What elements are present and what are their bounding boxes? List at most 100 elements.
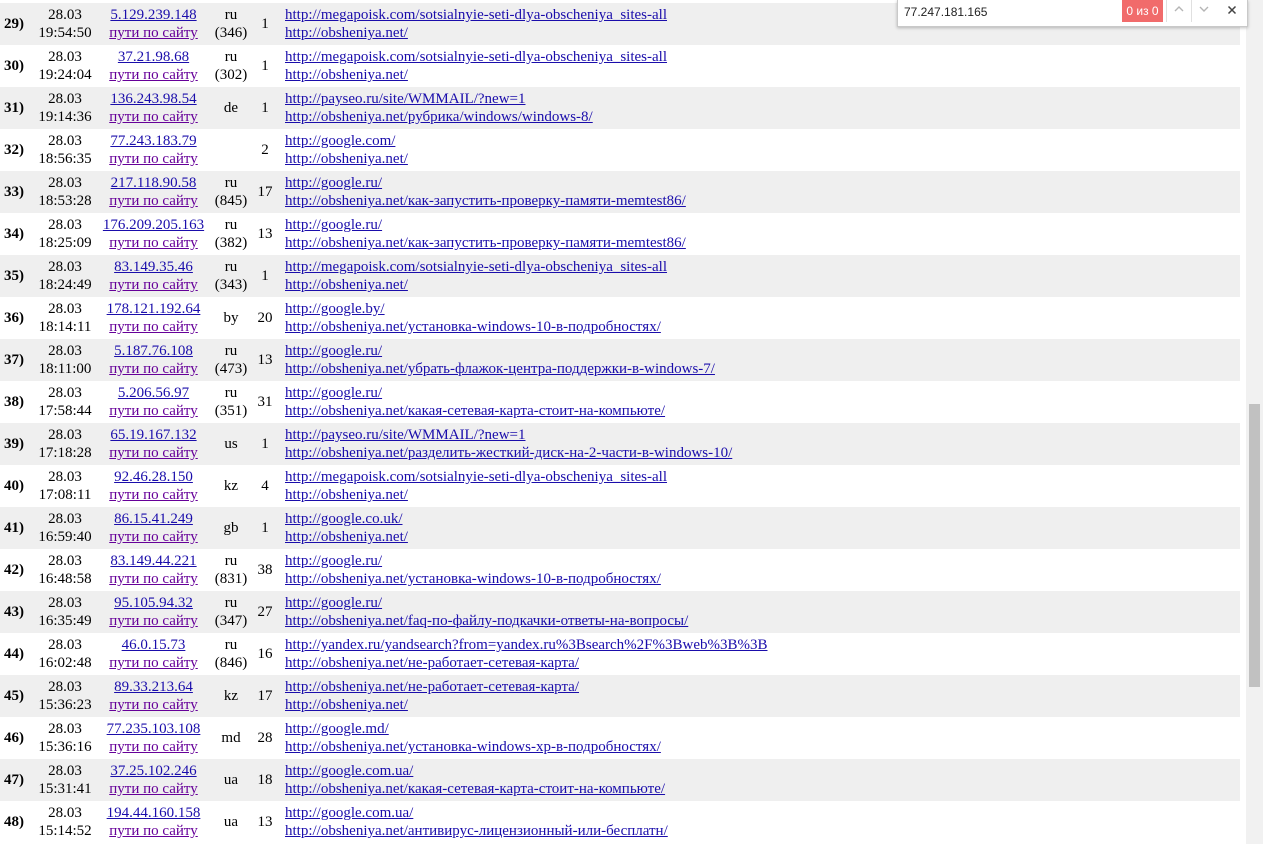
referrer-link[interactable]: http://google.ru/ [285, 342, 1240, 360]
ip-link[interactable]: 95.105.94.32 [96, 594, 211, 612]
vertical-scrollbar[interactable] [1246, 0, 1263, 844]
scrollbar-thumb[interactable] [1249, 404, 1260, 687]
referrer-link[interactable]: http://google.com.ua/ [285, 804, 1240, 822]
ip-link[interactable]: 46.0.15.73 [96, 636, 211, 654]
find-input[interactable] [904, 3, 1114, 21]
ip-link[interactable]: 92.46.28.150 [96, 468, 211, 486]
referrer-link[interactable]: http://google.by/ [285, 300, 1240, 318]
landing-page-link[interactable]: http://obsheniya.net/faq-по-файлу-подкач… [285, 612, 1240, 630]
site-paths-link[interactable]: пути по сайту [96, 108, 211, 126]
landing-page-link[interactable]: http://obsheniya.net/ [285, 150, 1240, 168]
ip-link[interactable]: 176.209.205.163 [96, 216, 211, 234]
landing-page-link[interactable]: http://obsheniya.net/установка-windows-1… [285, 318, 1240, 336]
visitor-ip-cell: 95.105.94.32 пути по сайту [96, 591, 211, 633]
landing-page-link[interactable]: http://obsheniya.net/ [285, 276, 1240, 294]
site-paths-link[interactable]: пути по сайту [96, 528, 211, 546]
referrer-cell: http://google.ru/http://obsheniya.net/fa… [279, 591, 1240, 633]
referrer-link[interactable]: http://obsheniya.net/не-работает-сетевая… [285, 678, 1240, 696]
landing-page-link[interactable]: http://obsheniya.net/рубрика/windows/win… [285, 108, 1240, 126]
site-paths-link[interactable]: пути по сайту [96, 234, 211, 252]
referrer-link[interactable]: http://google.com.ua/ [285, 762, 1240, 780]
referrer-link[interactable]: http://payseo.ru/site/WMMAIL/?new=1 [285, 426, 1240, 444]
landing-page-link[interactable]: http://obsheniya.net/какая-сетевая-карта… [285, 402, 1240, 420]
row-number: 30) [4, 58, 24, 74]
country-code: md [221, 730, 241, 746]
ip-link[interactable]: 65.19.167.132 [96, 426, 211, 444]
landing-page-link[interactable]: http://obsheniya.net/не-работает-сетевая… [285, 654, 1240, 672]
site-paths-link[interactable]: пути по сайту [96, 402, 211, 420]
landing-page-link[interactable]: http://obsheniya.net/установка-windows-1… [285, 570, 1240, 588]
landing-page-link[interactable]: http://obsheniya.net/установка-windows-x… [285, 738, 1240, 756]
referrer-link[interactable]: http://google.ru/ [285, 594, 1240, 612]
referrer-link[interactable]: http://google.ru/ [285, 216, 1240, 234]
referrer-link[interactable]: http://megapoisk.com/sotsialnyie-seti-dl… [285, 48, 1240, 66]
landing-page-link[interactable]: http://obsheniya.net/убрать-флажок-центр… [285, 360, 1240, 378]
ip-link[interactable]: 77.235.103.108 [96, 720, 211, 738]
ip-link[interactable]: 83.149.35.46 [96, 258, 211, 276]
site-paths-link[interactable]: пути по сайту [96, 486, 211, 504]
referrer-link[interactable]: http://google.co.uk/ [285, 510, 1240, 528]
site-paths-link[interactable]: пути по сайту [96, 444, 211, 462]
visit-date: 28.03 [48, 259, 82, 275]
row-number: 43) [0, 591, 34, 633]
site-paths-link[interactable]: пути по сайту [96, 318, 211, 336]
ip-link[interactable]: 77.243.183.79 [96, 132, 211, 150]
referrer-cell: http://google.ru/http://obsheniya.net/ка… [279, 171, 1240, 213]
ip-link[interactable]: 217.118.90.58 [96, 174, 211, 192]
landing-page-link[interactable]: http://obsheniya.net/ [285, 486, 1240, 504]
table-row: 44) 28.03 16:02:48 46.0.15.73 пути по сайту r… [0, 633, 1240, 675]
visit-date: 28.03 [48, 217, 82, 233]
site-paths-link[interactable]: пути по сайту [96, 696, 211, 714]
referrer-link[interactable]: http://google.md/ [285, 720, 1240, 738]
visit-date: 28.03 [48, 721, 82, 737]
find-close-button[interactable] [1220, 0, 1244, 22]
close-icon [1227, 5, 1237, 15]
site-paths-link[interactable]: пути по сайту [96, 150, 211, 168]
landing-page-link[interactable]: http://obsheniya.net/какая-сетевая-карта… [285, 780, 1240, 798]
ip-link[interactable]: 194.44.160.158 [96, 804, 211, 822]
landing-page-link[interactable]: http://obsheniya.net/ [285, 528, 1240, 546]
table-row: 40) 28.03 17:08:11 92.46.28.150 пути по сайт… [0, 465, 1240, 507]
site-paths-link[interactable]: пути по сайту [96, 360, 211, 378]
site-paths-link[interactable]: пути по сайту [96, 780, 211, 798]
hits-count: 2 [261, 142, 269, 158]
visit-datetime: 28.03 18:11:00 [34, 339, 96, 381]
ip-link[interactable]: 136.243.98.54 [96, 90, 211, 108]
referrer-link[interactable]: http://google.ru/ [285, 552, 1240, 570]
ip-link[interactable]: 37.21.98.68 [96, 48, 211, 66]
site-paths-link[interactable]: пути по сайту [96, 24, 211, 42]
landing-page-link[interactable]: http://obsheniya.net/как-запустить-прове… [285, 192, 1240, 210]
landing-page-link[interactable]: http://obsheniya.net/разделить-жесткий-д… [285, 444, 1240, 462]
ip-link[interactable]: 37.25.102.246 [96, 762, 211, 780]
find-next-button[interactable] [1191, 0, 1216, 22]
referrer-link[interactable]: http://google.com/ [285, 132, 1240, 150]
ip-link[interactable]: 5.206.56.97 [96, 384, 211, 402]
landing-page-link[interactable]: http://obsheniya.net/ [285, 696, 1240, 714]
referrer-link[interactable]: http://megapoisk.com/sotsialnyie-seti-dl… [285, 468, 1240, 486]
visit-datetime: 28.03 17:18:28 [34, 423, 96, 465]
landing-page-link[interactable]: http://obsheniya.net/как-запустить-прове… [285, 234, 1240, 252]
find-previous-button[interactable] [1166, 0, 1191, 22]
ip-link[interactable]: 5.187.76.108 [96, 342, 211, 360]
site-paths-link[interactable]: пути по сайту [96, 570, 211, 588]
site-paths-link[interactable]: пути по сайту [96, 66, 211, 84]
referrer-link[interactable]: http://google.ru/ [285, 384, 1240, 402]
landing-page-link[interactable]: http://obsheniya.net/ [285, 66, 1240, 84]
row-number: 46) [4, 730, 24, 746]
ip-link[interactable]: 86.15.41.249 [96, 510, 211, 528]
site-paths-link[interactable]: пути по сайту [96, 738, 211, 756]
referrer-link[interactable]: http://megapoisk.com/sotsialnyie-seti-dl… [285, 258, 1240, 276]
referrer-link[interactable]: http://payseo.ru/site/WMMAIL/?new=1 [285, 90, 1240, 108]
site-paths-link[interactable]: пути по сайту [96, 612, 211, 630]
ip-link[interactable]: 89.33.213.64 [96, 678, 211, 696]
site-paths-link[interactable]: пути по сайту [96, 276, 211, 294]
landing-page-link[interactable]: http://obsheniya.net/антивирус-лицензион… [285, 822, 1240, 840]
ip-link[interactable]: 5.129.239.148 [96, 6, 211, 24]
referrer-link[interactable]: http://yandex.ru/yandsearch?from=yandex.… [285, 636, 1240, 654]
site-paths-link[interactable]: пути по сайту [96, 822, 211, 840]
site-paths-link[interactable]: пути по сайту [96, 192, 211, 210]
site-paths-link[interactable]: пути по сайту [96, 654, 211, 672]
referrer-link[interactable]: http://google.ru/ [285, 174, 1240, 192]
ip-link[interactable]: 178.121.192.64 [96, 300, 211, 318]
ip-link[interactable]: 83.149.44.221 [96, 552, 211, 570]
